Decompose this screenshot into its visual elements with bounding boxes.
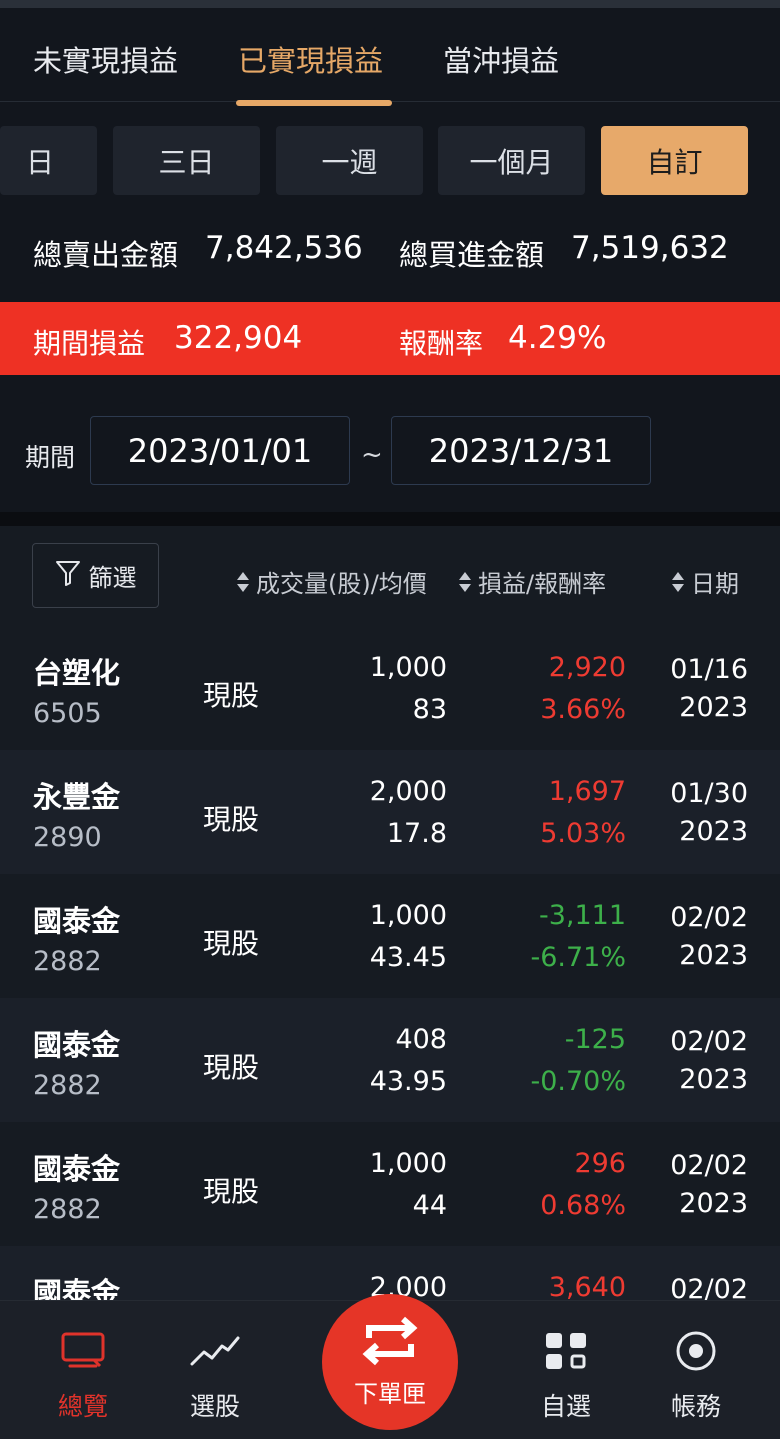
trade-volume: 1,000 (369, 652, 447, 683)
table-row[interactable]: 永豐金 2890 現股 2,000 17.8 1,697 5.03% 01/30… (0, 750, 780, 874)
trade-year: 2023 (679, 940, 748, 971)
filter-label: 篩選 (88, 564, 137, 592)
nav-account[interactable]: 帳務 (636, 1301, 756, 1439)
period-pnl-value: 322,904 (174, 320, 303, 356)
nav-watchlist-label: 自選 (540, 1392, 591, 1421)
stock-code: 6505 (33, 698, 102, 729)
trade-year: 2023 (679, 1188, 748, 1219)
nav-overview[interactable]: 總覽 (23, 1301, 143, 1439)
active-tab-indicator (236, 100, 392, 106)
nav-account-label: 帳務 (670, 1392, 721, 1421)
trade-date: 02/02 (670, 1026, 748, 1057)
nav-overview-label: 總覽 (57, 1392, 108, 1421)
sort-pnl-header[interactable]: 損益/報酬率 (458, 564, 606, 599)
date-range-separator: ~ (361, 440, 383, 470)
table-row[interactable]: 國泰金 2882 現股 408 43.95 -125 -0.70% 02/02 … (0, 998, 780, 1122)
sort-volume-header[interactable]: 成交量(股)/均價 (236, 564, 427, 599)
total-sell-value: 7,842,536 (205, 230, 363, 266)
stock-name: 國泰金 (33, 904, 121, 938)
range-day-button[interactable]: 日 (0, 126, 97, 195)
trade-year: 2023 (679, 692, 748, 723)
stock-code: 2882 (33, 946, 102, 977)
list-header: 篩選 成交量(股)/均價 損益/報酬率 日期 (0, 526, 780, 626)
trade-volume: 2,000 (369, 776, 447, 807)
stock-name: 永豐金 (33, 780, 121, 814)
stock-name: 台塑化 (33, 656, 121, 690)
sort-icon (671, 571, 685, 593)
table-row[interactable]: 國泰金 2882 現股 1,000 44 296 0.68% 02/02 202… (0, 1122, 780, 1246)
order-box-button[interactable]: 下單匣 (322, 1294, 458, 1430)
volume-header-label: 成交量(股)/均價 (256, 570, 427, 598)
trade-volume: 1,000 (369, 1148, 447, 1179)
average-price: 44 (412, 1190, 447, 1221)
trade-year: 2023 (679, 1064, 748, 1095)
stock-code: 2882 (33, 1070, 102, 1101)
period-pnl-label: 期間損益 (33, 327, 146, 360)
nav-watchlist[interactable]: 自選 (506, 1301, 626, 1439)
period-pnl-bar: 期間損益 322,904 報酬率 4.29% (0, 302, 780, 375)
total-sell-label: 總賣出金額 (33, 238, 179, 272)
stock-name: 國泰金 (33, 1152, 121, 1186)
range-selector: 日 三日 一週 一個月 自訂 (0, 126, 780, 196)
tab-daytrade[interactable]: 當沖損益 (443, 38, 559, 80)
trade-date: 02/02 (670, 902, 748, 933)
trade-volume: 1,000 (369, 900, 447, 931)
start-date-field[interactable]: 2023/01/01 (90, 416, 350, 485)
monitor-icon (60, 1329, 106, 1373)
filter-icon (55, 559, 81, 593)
sort-date-header[interactable]: 日期 (671, 564, 739, 599)
nav-stock-picks[interactable]: 選股 (155, 1301, 275, 1439)
total-buy-label: 總買進金額 (399, 238, 545, 272)
table-row[interactable]: 國泰金 2882 現股 1,000 43.45 -3,111 -6.71% 02… (0, 874, 780, 998)
trade-date: 01/30 (670, 778, 748, 809)
grid-icon (544, 1329, 588, 1373)
end-date-field[interactable]: 2023/12/31 (391, 416, 651, 485)
tab-unrealized[interactable]: 未實現損益 (33, 38, 178, 80)
sort-icon (458, 571, 472, 593)
trade-volume: 408 (395, 1024, 447, 1055)
section-divider (0, 512, 780, 526)
average-price: 43.95 (369, 1066, 447, 1097)
filter-button[interactable]: 篩選 (32, 543, 159, 608)
pnl-header-label: 損益/報酬率 (478, 570, 607, 598)
period-label: 期間 (25, 443, 76, 472)
range-month-button[interactable]: 一個月 (438, 126, 585, 195)
return-rate-value: 4.29% (508, 320, 607, 356)
sort-icon (236, 571, 250, 593)
average-price: 17.8 (386, 818, 447, 849)
order-box-label: 下單匣 (354, 1379, 426, 1408)
nav-stock-picks-label: 選股 (189, 1392, 240, 1421)
totals-row: 總賣出金額 7,842,536 總買進金額 7,519,632 (0, 230, 780, 282)
trade-volume: 2,000 (369, 1272, 447, 1303)
tab-realized[interactable]: 已實現損益 (238, 38, 383, 80)
range-three-day-button[interactable]: 三日 (113, 126, 260, 195)
range-week-button[interactable]: 一週 (276, 126, 423, 195)
top-tab-bar: 未實現損益 已實現損益 當沖損益 (0, 0, 780, 106)
average-price: 83 (412, 694, 447, 725)
repeat-icon (359, 1316, 421, 1370)
trend-line-icon (190, 1329, 240, 1373)
trade-date: 01/16 (670, 654, 748, 685)
stock-name: 國泰金 (33, 1028, 121, 1062)
total-buy-value: 7,519,632 (571, 230, 729, 266)
table-row[interactable]: 台塑化 6505 現股 1,000 83 2,920 3.66% 01/16 2… (0, 626, 780, 750)
trade-year: 2023 (679, 816, 748, 847)
return-rate-label: 報酬率 (399, 327, 484, 360)
stock-code: 2882 (33, 1194, 102, 1225)
trade-date: 02/02 (670, 1150, 748, 1181)
average-price: 43.45 (369, 942, 447, 973)
range-custom-button[interactable]: 自訂 (601, 126, 748, 195)
record-circle-icon (674, 1329, 718, 1373)
stock-code: 2890 (33, 822, 102, 853)
date-header-label: 日期 (691, 570, 739, 598)
